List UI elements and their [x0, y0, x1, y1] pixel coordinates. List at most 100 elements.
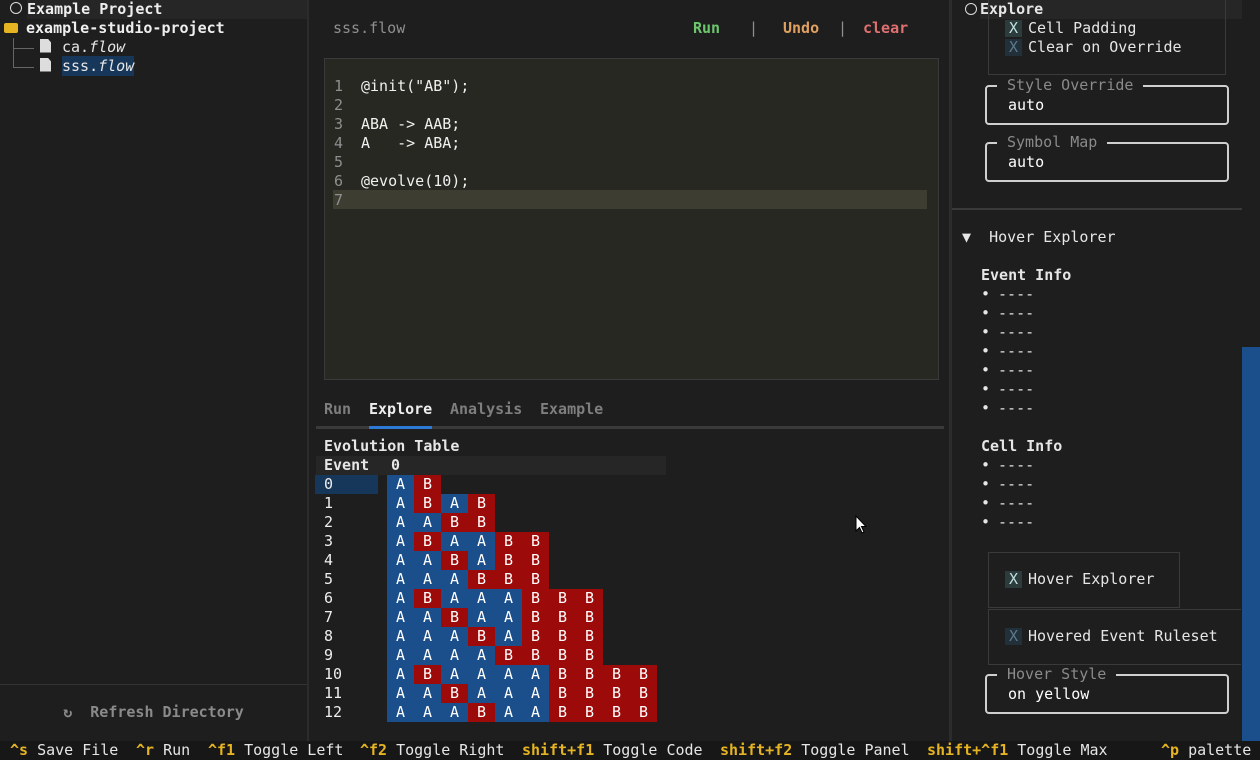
evolution-cell[interactable]: A: [387, 532, 414, 551]
clear-on-override-toggle[interactable]: X Clear on Override: [1005, 38, 1182, 57]
cell-padding-toggle[interactable]: X Cell Padding: [1005, 19, 1136, 38]
evolution-cell[interactable]: A: [468, 646, 495, 665]
table-row-event[interactable]: 10: [324, 665, 342, 684]
evolution-cell[interactable]: B: [468, 703, 495, 722]
evolution-cell[interactable]: B: [576, 608, 603, 627]
evolution-cell[interactable]: B: [603, 665, 630, 684]
evolution-cell[interactable]: B: [549, 627, 576, 646]
evolution-cell[interactable]: A: [495, 665, 522, 684]
table-row-event[interactable]: 6: [324, 589, 333, 608]
evolution-cell[interactable]: A: [495, 703, 522, 722]
tab-example[interactable]: Example: [540, 400, 603, 420]
evolution-cell[interactable]: A: [468, 589, 495, 608]
evolution-cell[interactable]: B: [576, 627, 603, 646]
table-row-event[interactable]: 2: [324, 513, 333, 532]
table-row-event[interactable]: 12: [324, 703, 342, 722]
shortcut-item[interactable]: ^f2 Toggle Right: [360, 741, 504, 760]
evolution-cell[interactable]: A: [414, 551, 441, 570]
evolution-cell[interactable]: B: [468, 570, 495, 589]
hover-style-input[interactable]: Hover Style on yellow: [985, 665, 1229, 714]
evolution-cell[interactable]: B: [522, 627, 549, 646]
evolution-cell[interactable]: B: [549, 589, 576, 608]
evolution-cell[interactable]: A: [387, 551, 414, 570]
evolution-cell[interactable]: B: [630, 703, 657, 722]
evolution-cell[interactable]: A: [387, 703, 414, 722]
evolution-cell[interactable]: A: [495, 627, 522, 646]
evolution-cell[interactable]: B: [522, 551, 549, 570]
evolution-cell[interactable]: A: [441, 532, 468, 551]
evolution-cell[interactable]: A: [387, 570, 414, 589]
tab-analysis[interactable]: Analysis: [450, 400, 522, 420]
evolution-cell[interactable]: A: [441, 665, 468, 684]
evolution-cell[interactable]: B: [522, 589, 549, 608]
evolution-cell[interactable]: A: [414, 627, 441, 646]
evolution-cell[interactable]: B: [468, 627, 495, 646]
evolution-cell[interactable]: B: [414, 494, 441, 513]
evolution-cell[interactable]: B: [468, 494, 495, 513]
evolution-cell[interactable]: A: [468, 608, 495, 627]
evolution-cell[interactable]: B: [495, 570, 522, 589]
hover-explorer-section-header[interactable]: ▼ Hover Explorer: [962, 228, 1116, 247]
evolution-cell[interactable]: A: [495, 684, 522, 703]
evolution-cell[interactable]: A: [414, 703, 441, 722]
evolution-cell[interactable]: A: [522, 684, 549, 703]
evolution-cell[interactable]: A: [495, 608, 522, 627]
shortcut-item[interactable]: shift+^f1 Toggle Max: [927, 741, 1108, 760]
scrollbar-thumb[interactable]: [1242, 347, 1260, 741]
style-override-input[interactable]: Style Override auto: [985, 76, 1229, 125]
evolution-cell[interactable]: A: [468, 665, 495, 684]
evolution-cell[interactable]: B: [549, 703, 576, 722]
refresh-directory-button[interactable]: ↻ Refresh Directory: [0, 684, 307, 742]
evolution-cell[interactable]: B: [549, 665, 576, 684]
evolution-cell[interactable]: A: [441, 646, 468, 665]
evolution-cell[interactable]: B: [495, 551, 522, 570]
evolution-cell[interactable]: B: [603, 703, 630, 722]
table-row-event[interactable]: 9: [324, 646, 333, 665]
run-button[interactable]: Run: [693, 19, 720, 37]
table-row-event[interactable]: 4: [324, 551, 333, 570]
evolution-cell[interactable]: A: [387, 494, 414, 513]
tree-file-sss[interactable]: sss.flow: [40, 56, 135, 76]
evolution-cell[interactable]: B: [576, 703, 603, 722]
tab-explore[interactable]: Explore: [369, 400, 432, 420]
evolution-cell[interactable]: A: [441, 627, 468, 646]
evolution-cell[interactable]: B: [522, 570, 549, 589]
evolution-cell[interactable]: A: [387, 627, 414, 646]
evolution-cell[interactable]: A: [468, 684, 495, 703]
evolution-cell[interactable]: B: [441, 513, 468, 532]
evolution-cell[interactable]: A: [414, 684, 441, 703]
shortcut-item[interactable]: shift+f1 Toggle Code: [522, 741, 703, 760]
evolution-cell[interactable]: A: [387, 513, 414, 532]
shortcut-item[interactable]: ^s Save File: [10, 741, 118, 760]
evolution-cell[interactable]: A: [522, 703, 549, 722]
evolution-cell[interactable]: A: [522, 665, 549, 684]
evolution-cell[interactable]: A: [414, 608, 441, 627]
evolution-cell[interactable]: B: [576, 665, 603, 684]
evolution-cell[interactable]: B: [441, 608, 468, 627]
evolution-cell[interactable]: A: [441, 570, 468, 589]
table-row-event[interactable]: 1: [324, 494, 333, 513]
shortcut-item[interactable]: shift+f2 Toggle Panel: [720, 741, 910, 760]
evolution-cell[interactable]: B: [630, 684, 657, 703]
hover-explorer-toggle[interactable]: X Hover Explorer: [1005, 570, 1154, 589]
hovered-event-ruleset-toggle[interactable]: X Hovered Event Ruleset: [1005, 627, 1218, 646]
evolution-cell[interactable]: B: [630, 665, 657, 684]
evolution-cell[interactable]: A: [414, 570, 441, 589]
clear-button[interactable]: clear: [863, 19, 908, 37]
tree-file-ca[interactable]: ca.flow: [40, 38, 125, 57]
code-editor[interactable]: 1 @init("AB"); 2 3 ABA -> AAB; 4 A -> ABA; 5 6 @e…: [324, 58, 939, 380]
evolution-cell[interactable]: A: [441, 494, 468, 513]
evolution-cell[interactable]: B: [441, 684, 468, 703]
evolution-cell[interactable]: B: [549, 608, 576, 627]
evolution-cell[interactable]: B: [414, 532, 441, 551]
evolution-cell[interactable]: A: [387, 646, 414, 665]
shortcut-item[interactable]: ^r Run: [136, 741, 190, 760]
evolution-cell[interactable]: B: [522, 608, 549, 627]
evolution-cell[interactable]: B: [576, 589, 603, 608]
tree-folder[interactable]: example-studio-project: [4, 19, 225, 38]
table-row-event[interactable]: 11: [324, 684, 342, 703]
table-row-event[interactable]: 5: [324, 570, 333, 589]
evolution-cell[interactable]: A: [414, 646, 441, 665]
evolution-cell[interactable]: B: [495, 532, 522, 551]
evolution-cell[interactable]: B: [549, 646, 576, 665]
